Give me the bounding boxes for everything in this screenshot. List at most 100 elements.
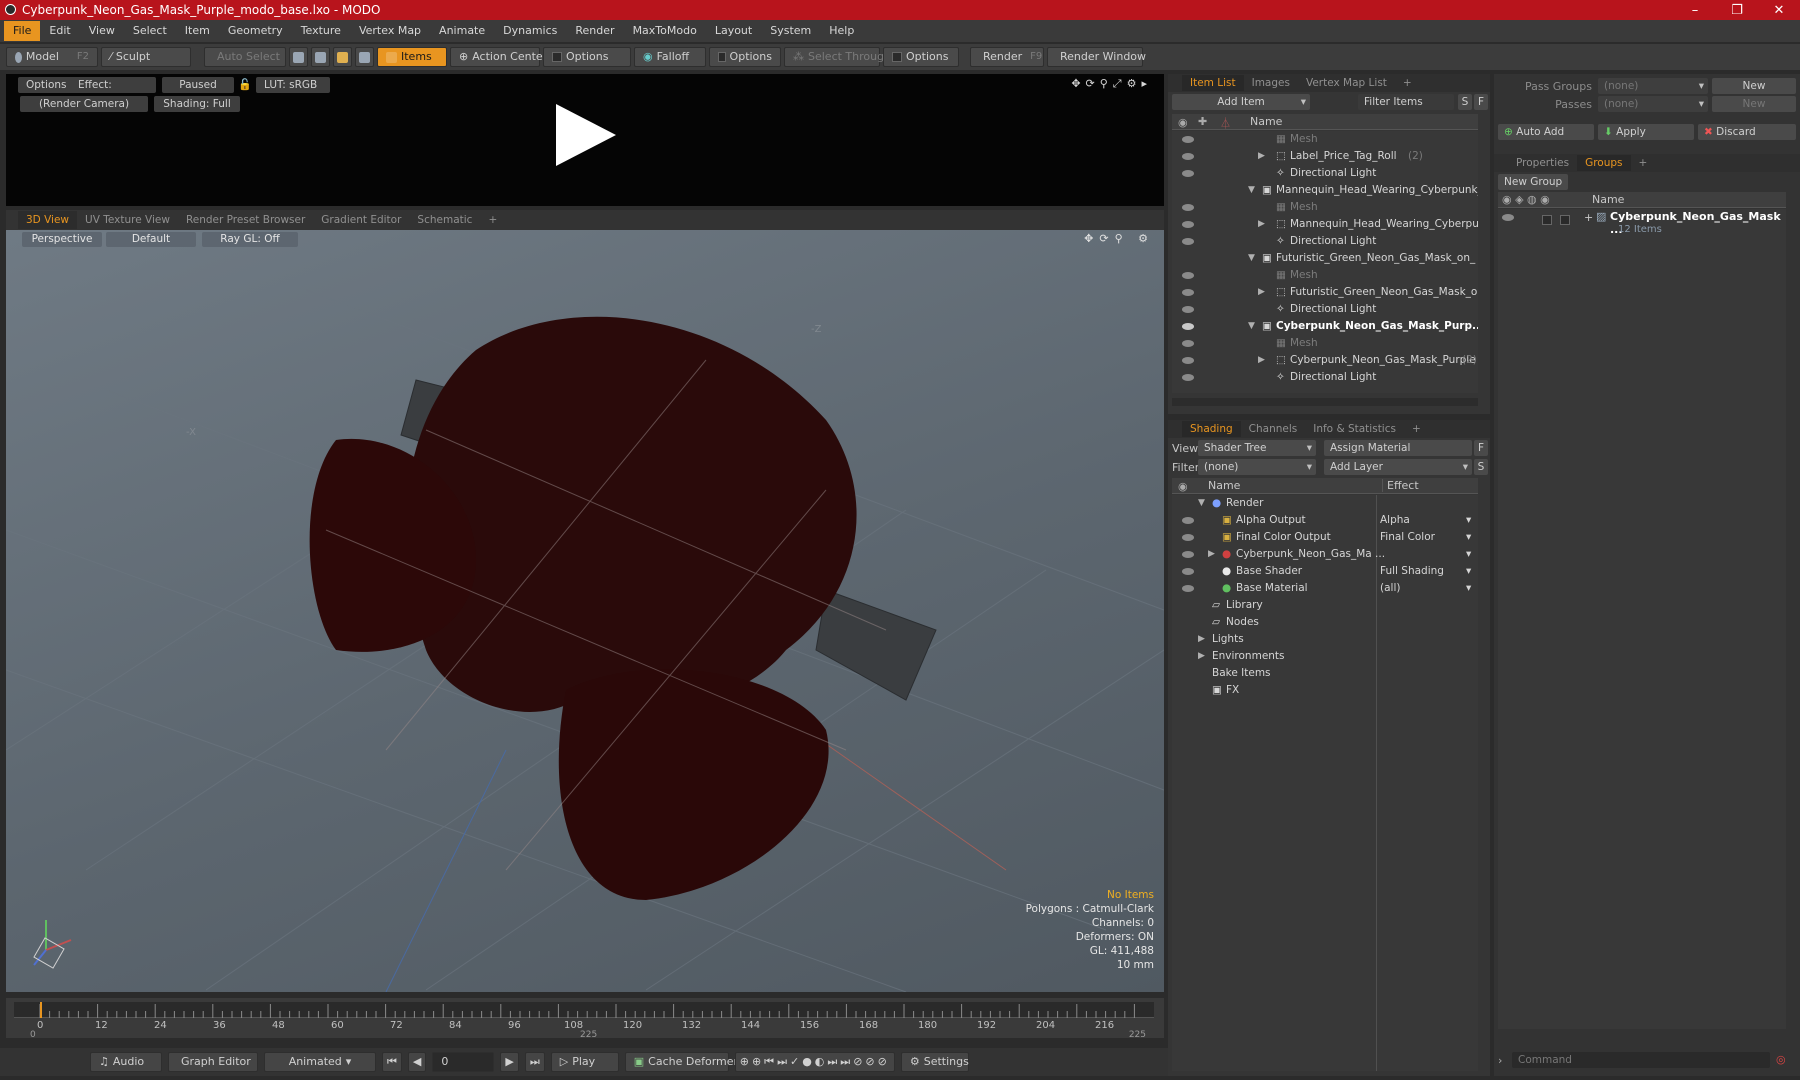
tree-row[interactable]: ▦ Mesh (1172, 267, 1478, 284)
visibility-icon[interactable] (1182, 204, 1194, 211)
menu-system[interactable]: System (761, 21, 820, 41)
play-button[interactable]: ▷ Play (550, 1052, 619, 1072)
action-center-button[interactable]: ⊕ Action Center (450, 47, 547, 67)
menu-help[interactable]: Help (820, 21, 863, 41)
menu-view[interactable]: View (80, 21, 124, 41)
add-tab-button[interactable]: + (1631, 155, 1656, 171)
maximize-button[interactable]: ❐ (1716, 3, 1758, 18)
raygl-dropdown[interactable]: Ray GL: Off (202, 232, 298, 247)
assign-material-button[interactable]: Assign Material (1324, 440, 1472, 456)
visibility-icon[interactable] (1182, 517, 1194, 524)
next-frame-button[interactable]: ▶ (500, 1052, 519, 1072)
tree-row[interactable]: ▶ ⬚ Cyberpunk_Neon_Gas_Mask_Purple (2) (1172, 352, 1478, 369)
visibility-icon[interactable] (1182, 340, 1194, 347)
visibility-icon[interactable] (1182, 272, 1194, 279)
playhead[interactable] (40, 1002, 42, 1018)
frame-input[interactable]: 0 (432, 1052, 495, 1072)
tab-3d-view[interactable]: 3D View (18, 211, 78, 229)
add-tab-button[interactable]: + (480, 211, 505, 229)
shader-row[interactable]: ▣ Final Color Output Final Color ▾ (1172, 529, 1478, 546)
expand-icon[interactable]: + (1584, 211, 1593, 224)
model-mode-button[interactable]: Model F2 (6, 47, 98, 67)
shader-row[interactable]: ● Base Material (all) ▾ (1172, 580, 1478, 597)
timeline-ruler[interactable] (14, 1002, 1154, 1018)
shader-tree[interactable]: ▼ ● Render ▣ Alpha Output Alpha ▾ ▣ Final Colo… (1172, 495, 1478, 1071)
minimize-button[interactable]: – (1674, 3, 1716, 18)
3d-viewport[interactable]: -X -Z Perspective Default Ray GL: Off ✥⟳… (6, 230, 1164, 992)
animated-dropdown[interactable]: Animated ▾ (264, 1052, 376, 1072)
materials-mode-button[interactable] (355, 47, 374, 67)
shader-row[interactable]: ▱ Nodes (1172, 614, 1478, 631)
shader-row[interactable]: ▣ FX (1172, 682, 1478, 699)
visibility-icon[interactable] (1182, 306, 1194, 313)
menu-dynamics[interactable]: Dynamics (494, 21, 566, 41)
action-center-options-button[interactable]: Options (543, 47, 631, 67)
menu-item[interactable]: Item (176, 21, 219, 41)
prev-key-button[interactable]: ⏮ (382, 1052, 402, 1072)
falloff-button[interactable]: ◉ Falloff (634, 47, 706, 67)
menu-animate[interactable]: Animate (430, 21, 494, 41)
menu-select[interactable]: Select (124, 21, 176, 41)
play-icon[interactable] (556, 104, 616, 166)
viewport-nav-icons[interactable]: ✥⟳⚲ ⚙ (1084, 232, 1154, 245)
add-tab-button[interactable]: + (1404, 421, 1429, 437)
prev-frame-button[interactable]: ◀ (407, 1052, 427, 1072)
sculpt-mode-button[interactable]: ⁄ Sculpt (101, 47, 191, 67)
menu-geometry[interactable]: Geometry (219, 21, 292, 41)
range-bar[interactable]: 0 225 225 (14, 1031, 1154, 1040)
visibility-icon[interactable] (1182, 551, 1194, 558)
tab-info-statistics[interactable]: Info & Statistics (1305, 421, 1404, 437)
shader-row[interactable]: ▱ Library (1172, 597, 1478, 614)
command-input[interactable]: Command (1512, 1052, 1770, 1068)
visibility-icon[interactable] (1182, 374, 1194, 381)
tab-shading[interactable]: Shading (1182, 421, 1241, 437)
auto-add-button[interactable]: ⊕ Auto Add (1498, 124, 1594, 140)
tree-row[interactable]: ▼ ▣ Futuristic_Green_Neon_Gas_Mask_on_ ... (1172, 250, 1478, 267)
tab-uv-texture-view[interactable]: UV Texture View (77, 211, 178, 229)
visibility-icon[interactable] (1182, 289, 1194, 296)
add-item-dropdown[interactable]: Add Item (1172, 94, 1310, 110)
tree-row[interactable]: ▦ Mesh (1172, 199, 1478, 216)
render-nav-icons[interactable]: ✥⟳⚲⤢⚙▸ (1071, 77, 1152, 91)
visibility-icon[interactable] (1182, 170, 1194, 177)
menu-texture[interactable]: Texture (292, 21, 350, 41)
tree-row[interactable]: ✧ Directional Light (1172, 301, 1478, 318)
apply-button[interactable]: ⬇ Apply (1598, 124, 1694, 140)
shader-row[interactable]: ▶ Environments (1172, 648, 1478, 665)
menu-layout[interactable]: Layout (706, 21, 761, 41)
discard-button[interactable]: ✖ Discard (1698, 124, 1796, 140)
select-through-options-button[interactable]: Options (883, 47, 959, 67)
falloff-options-button[interactable]: Options (709, 47, 781, 67)
tree-row[interactable]: ▦ Mesh (1172, 335, 1478, 352)
visibility-icon[interactable] (1182, 323, 1194, 330)
graph-editor-button[interactable]: Graph Editor (168, 1052, 258, 1072)
shader-row[interactable]: ▶ ● Cyberpunk_Neon_Gas_Ma ... ▾ (1172, 546, 1478, 563)
tree-row[interactable]: ✧ Directional Light (1172, 165, 1478, 182)
shader-row[interactable]: ● Base Shader Full Shading ▾ (1172, 563, 1478, 580)
tree-row[interactable]: ✧ Directional Light (1172, 369, 1478, 386)
auto-select-button[interactable]: Auto Select (204, 47, 286, 67)
visibility-icon[interactable] (1182, 568, 1194, 575)
visibility-icon[interactable] (1182, 534, 1194, 541)
timeline[interactable]: 0 12 24 36 48 60 72 84 96 108 120 132 14… (6, 998, 1164, 1040)
add-layer-dropdown[interactable]: Add Layer (1324, 459, 1472, 475)
passes-dropdown[interactable]: (none) (1598, 96, 1708, 112)
shader-row[interactable]: ▣ Alpha Output Alpha ▾ (1172, 512, 1478, 529)
view-dropdown[interactable]: Shader Tree (1198, 440, 1316, 456)
effect-dropdown[interactable]: Effect: (Shadi... (70, 77, 156, 93)
render-camera-dropdown[interactable]: (Render Camera) (20, 96, 148, 112)
shader-row[interactable]: Bake Items (1172, 665, 1478, 682)
tab-groups[interactable]: Groups (1577, 155, 1631, 171)
tree-row[interactable]: ✧ Directional Light (1172, 233, 1478, 250)
tree-row[interactable]: ▼ ▣ Cyberpunk_Neon_Gas_Mask_Purp... (1172, 318, 1478, 335)
polygons-mode-button[interactable] (333, 47, 352, 67)
stop-icon[interactable]: ◎ (1776, 1053, 1786, 1066)
close-button[interactable]: ✕ (1758, 3, 1800, 18)
visibility-icon[interactable] (1182, 357, 1194, 364)
render-window-button[interactable]: Render Window (1047, 47, 1146, 67)
filter-s-button[interactable]: S (1458, 94, 1472, 110)
filter-dropdown[interactable]: (none) (1198, 459, 1316, 475)
select-through-button[interactable]: ⁂ Select Through (784, 47, 891, 67)
visibility-icon[interactable] (1182, 221, 1194, 228)
tree-row[interactable]: ▶ ⬚ Label_Price_Tag_Roll (2) (1172, 148, 1478, 165)
